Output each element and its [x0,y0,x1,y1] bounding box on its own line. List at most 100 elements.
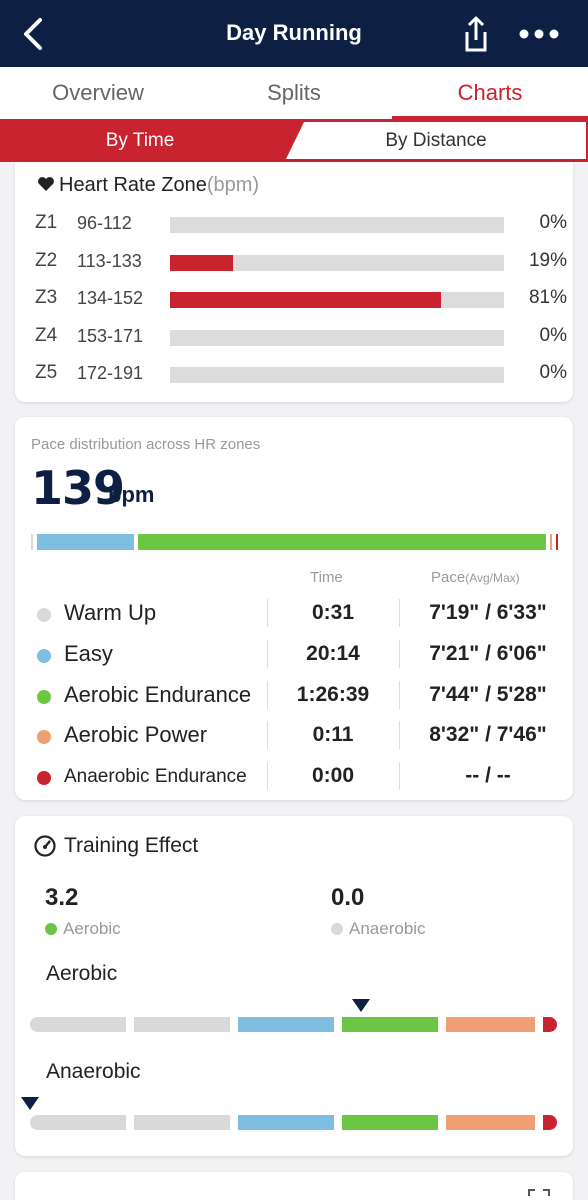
segment-control: By Time By Distance [0,119,588,162]
column-divider [267,721,268,750]
pace-zone-row: Aerobic Power 0:11 8'32" / 7'46" [15,718,573,754]
zone-bar-fill [170,254,234,271]
zone-range: 172-191 [77,363,144,383]
share-button[interactable] [456,12,496,56]
pace-column-label: Pace [431,569,466,586]
zone-name: Easy [64,640,113,666]
anaerobic-dot [331,923,343,935]
anaerobic-level-marker [21,1097,39,1110]
zone-bar-track [170,254,504,271]
hr-zone-title: Heart Rate Zone(bpm) [37,174,259,197]
distribution-segment [37,534,134,550]
top-nav-bar: Day Running [0,0,588,67]
heart-rate-zone-card: Heart Rate Zone(bpm) Z1 96-112 0% Z2 113-133… [15,162,573,402]
zone-color-dot [37,608,51,622]
zone-range: 153-171 [77,325,144,346]
tab-bar: Overview Splits Charts [0,67,588,119]
zone-time: 20:14 [306,641,360,665]
zone-name: Anaerobic Endurance [64,766,247,788]
next-card [15,1172,573,1200]
share-icon [465,16,487,52]
tab-splits[interactable]: Splits [196,67,392,119]
zone-bar-fill [170,292,441,308]
pace-zone-row: Anaerobic Endurance 0:00 -- / -- [15,759,573,795]
training-effect-card: Training Effect 3.2 Aerobic 0.0 Anaerobi… [15,816,573,1156]
column-divider [267,680,268,709]
anaerobic-scale-label: Anaerobic [46,1060,141,1083]
segment-by-distance[interactable]: By Distance [286,122,586,159]
scale-segment [134,1115,230,1130]
zone-color-dot [37,771,51,786]
zone-range: 113-133 [77,250,142,271]
avg-bpm-unit: bpm [108,482,155,507]
zone-time: 0:31 [311,601,355,624]
column-divider [399,680,400,709]
zone-percent: 0% [539,362,567,383]
column-divider [399,639,400,668]
zone-color-dot [37,689,51,704]
hr-zone-row: Z2 113-133 19% [15,248,573,278]
hr-zone-unit: (bpm) [206,174,260,196]
column-divider [267,639,268,668]
more-horizontal-icon [519,29,559,39]
scale-segment [543,1017,557,1032]
anaerobic-value: 0.0 [331,884,365,911]
pace-distribution-card: Pace distribution across HR zones 139 bp… [15,417,573,800]
more-options-button[interactable] [516,18,564,50]
zone-percent: 0% [539,324,567,346]
zone-distribution-bar [31,534,558,550]
zone-name: Z4 [35,324,58,346]
speedometer-icon [34,835,56,857]
zone-pace: 8'32" / 7'46" [429,723,547,747]
scale-segment [446,1115,535,1130]
expand-icon[interactable] [527,1188,551,1200]
zone-time: 0:00 [311,764,355,788]
zone-name: Z3 [35,287,58,308]
pace-zone-row: Easy 20:14 7'21" / 6'06" [15,637,573,673]
column-divider [399,721,400,750]
pace-column-sublabel: (Avg/Max) [465,571,520,585]
scale-segment [446,1017,535,1032]
hr-zone-row: Z3 134-152 81% [15,285,573,315]
tab-charts[interactable]: Charts [392,67,588,119]
back-button[interactable] [14,14,54,54]
zone-pace: 7'21" / 6'06" [429,641,547,665]
zone-name: Z2 [35,249,58,271]
segment-by-time[interactable]: By Time [0,119,290,162]
aerobic-scale-bar [30,1017,560,1032]
scale-segment [238,1017,334,1032]
distribution-segment [549,534,552,550]
aerobic-label: Aerobic [63,919,121,938]
tab-overview[interactable]: Overview [0,67,196,119]
zone-color-dot [37,730,51,745]
hr-zone-title-text: Heart Rate Zone [59,174,207,196]
anaerobic-scale-bar [30,1115,560,1130]
training-effect-title: Training Effect [64,834,199,857]
distribution-segment [137,534,546,550]
scale-segment [543,1115,557,1130]
column-divider [267,762,268,791]
aerobic-scale-label: Aerobic [46,962,118,985]
page-title: Day Running [226,20,362,45]
zone-bar-track [170,329,504,346]
hr-zone-row: Z4 153-171 0% [15,323,573,353]
zone-name: Aerobic Endurance [64,681,252,707]
zone-percent: 19% [528,249,567,271]
zone-percent: 81% [528,287,567,308]
zone-bar-track [170,292,504,308]
zone-bar-track [170,217,504,233]
pace-zone-row: Aerobic Endurance 1:26:39 7'44" / 5'28" [15,678,573,714]
zone-percent: 0% [539,212,567,233]
zone-range: 134-152 [77,288,144,308]
distribution-segment [555,534,558,550]
scale-segment [30,1115,126,1130]
aerobic-value: 3.2 [45,884,79,911]
pace-column-header: Pace(Avg/Max) [431,569,520,586]
aerobic-level-marker [352,999,371,1012]
scale-segment [238,1115,334,1130]
zone-color-dot [37,648,51,663]
anaerobic-label: Anaerobic [349,919,426,938]
scale-segment [342,1115,438,1130]
zone-bar-track [170,367,504,383]
zone-name: Z1 [35,212,58,233]
